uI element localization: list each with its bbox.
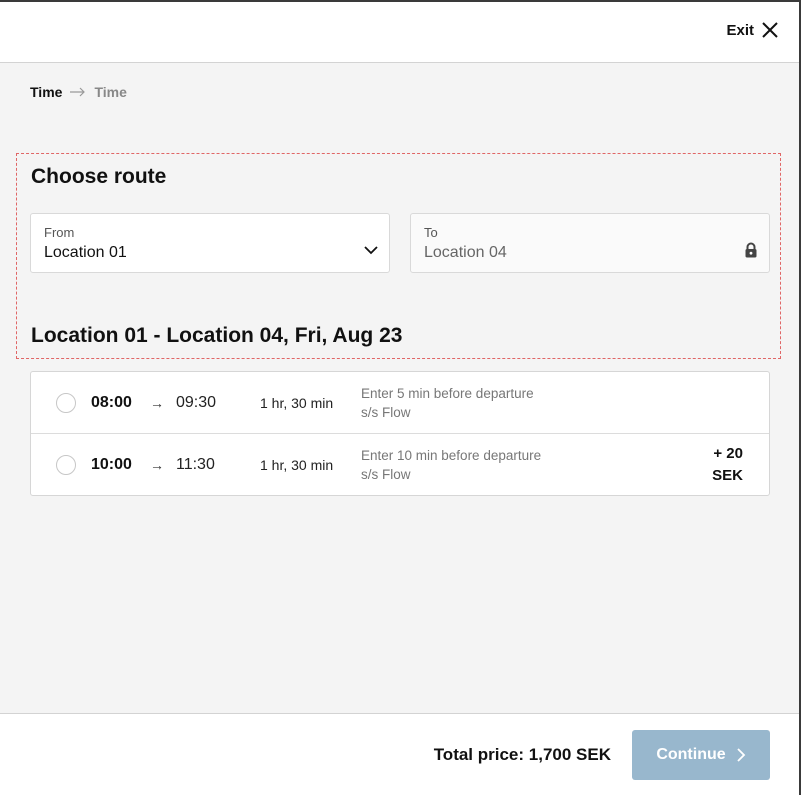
chevron-down-icon [364,246,378,255]
continue-label: Continue [656,746,726,763]
exit-button[interactable]: Exit [726,21,779,39]
vessel-name: s/s Flow [361,404,411,420]
route-summary: Location 01 - Location 04, Fri, Aug 23 [31,324,403,347]
modal-header: Exit [0,2,799,63]
total-price: Total price: 1,700 SEK [433,745,611,764]
exit-label: Exit [726,21,754,39]
arrow-right-icon: → [150,394,164,411]
duration: 1 hr, 30 min [260,456,334,473]
departure-list: 08:00 → 09:30 1 hr, 30 min Enter 5 min b… [30,371,770,496]
section-title: Choose route [31,165,167,188]
continue-button[interactable]: Continue [632,730,770,780]
departure-time: 08:00 [91,393,132,411]
arrow-right-icon: → [150,456,164,473]
modal-footer: Total price: 1,700 SEK Continue [0,713,799,795]
chevron-right-icon [737,748,745,762]
breadcrumb-item-current[interactable]: Time [30,84,62,100]
radio-button[interactable] [56,392,76,413]
from-label: From [44,225,75,240]
lock-icon [745,242,757,258]
duration: 1 hr, 30 min [260,394,334,411]
vessel-name: s/s Flow [361,466,411,482]
departure-option[interactable]: 10:00 → 11:30 1 hr, 30 min Enter 10 min … [31,433,769,495]
radio-button[interactable] [56,454,76,475]
from-select[interactable]: From Location 01 [30,213,390,273]
close-icon [762,22,778,38]
to-field-locked: To Location 04 [410,213,770,273]
boarding-note: Enter 10 min before departure [361,447,542,463]
surcharge: + 20 SEK [712,443,743,487]
departure-notes: Enter 5 min before departure s/s Flow [361,384,534,422]
surcharge-currency: SEK [712,466,743,484]
surcharge-amount: + 20 [713,444,743,462]
breadcrumb-item-next: Time [94,84,127,100]
arrival-time: 09:30 [176,393,217,411]
departure-option[interactable]: 08:00 → 09:30 1 hr, 30 min Enter 5 min b… [31,372,769,433]
boarding-note: Enter 5 min before departure [361,385,534,401]
choose-route-section: Choose route From Location 01 To Locatio… [16,153,781,359]
departure-notes: Enter 10 min before departure s/s Flow [361,446,541,484]
from-value: Location 01 [44,244,127,261]
departure-time: 10:00 [91,455,132,473]
to-value: Location 04 [424,244,507,261]
breadcrumb: Time Time [30,84,127,100]
to-label: To [424,225,438,240]
arrival-time: 11:30 [176,455,215,473]
arrow-right-icon [70,87,86,97]
booking-modal: Exit Time Time Choose route From Locatio… [0,2,799,795]
